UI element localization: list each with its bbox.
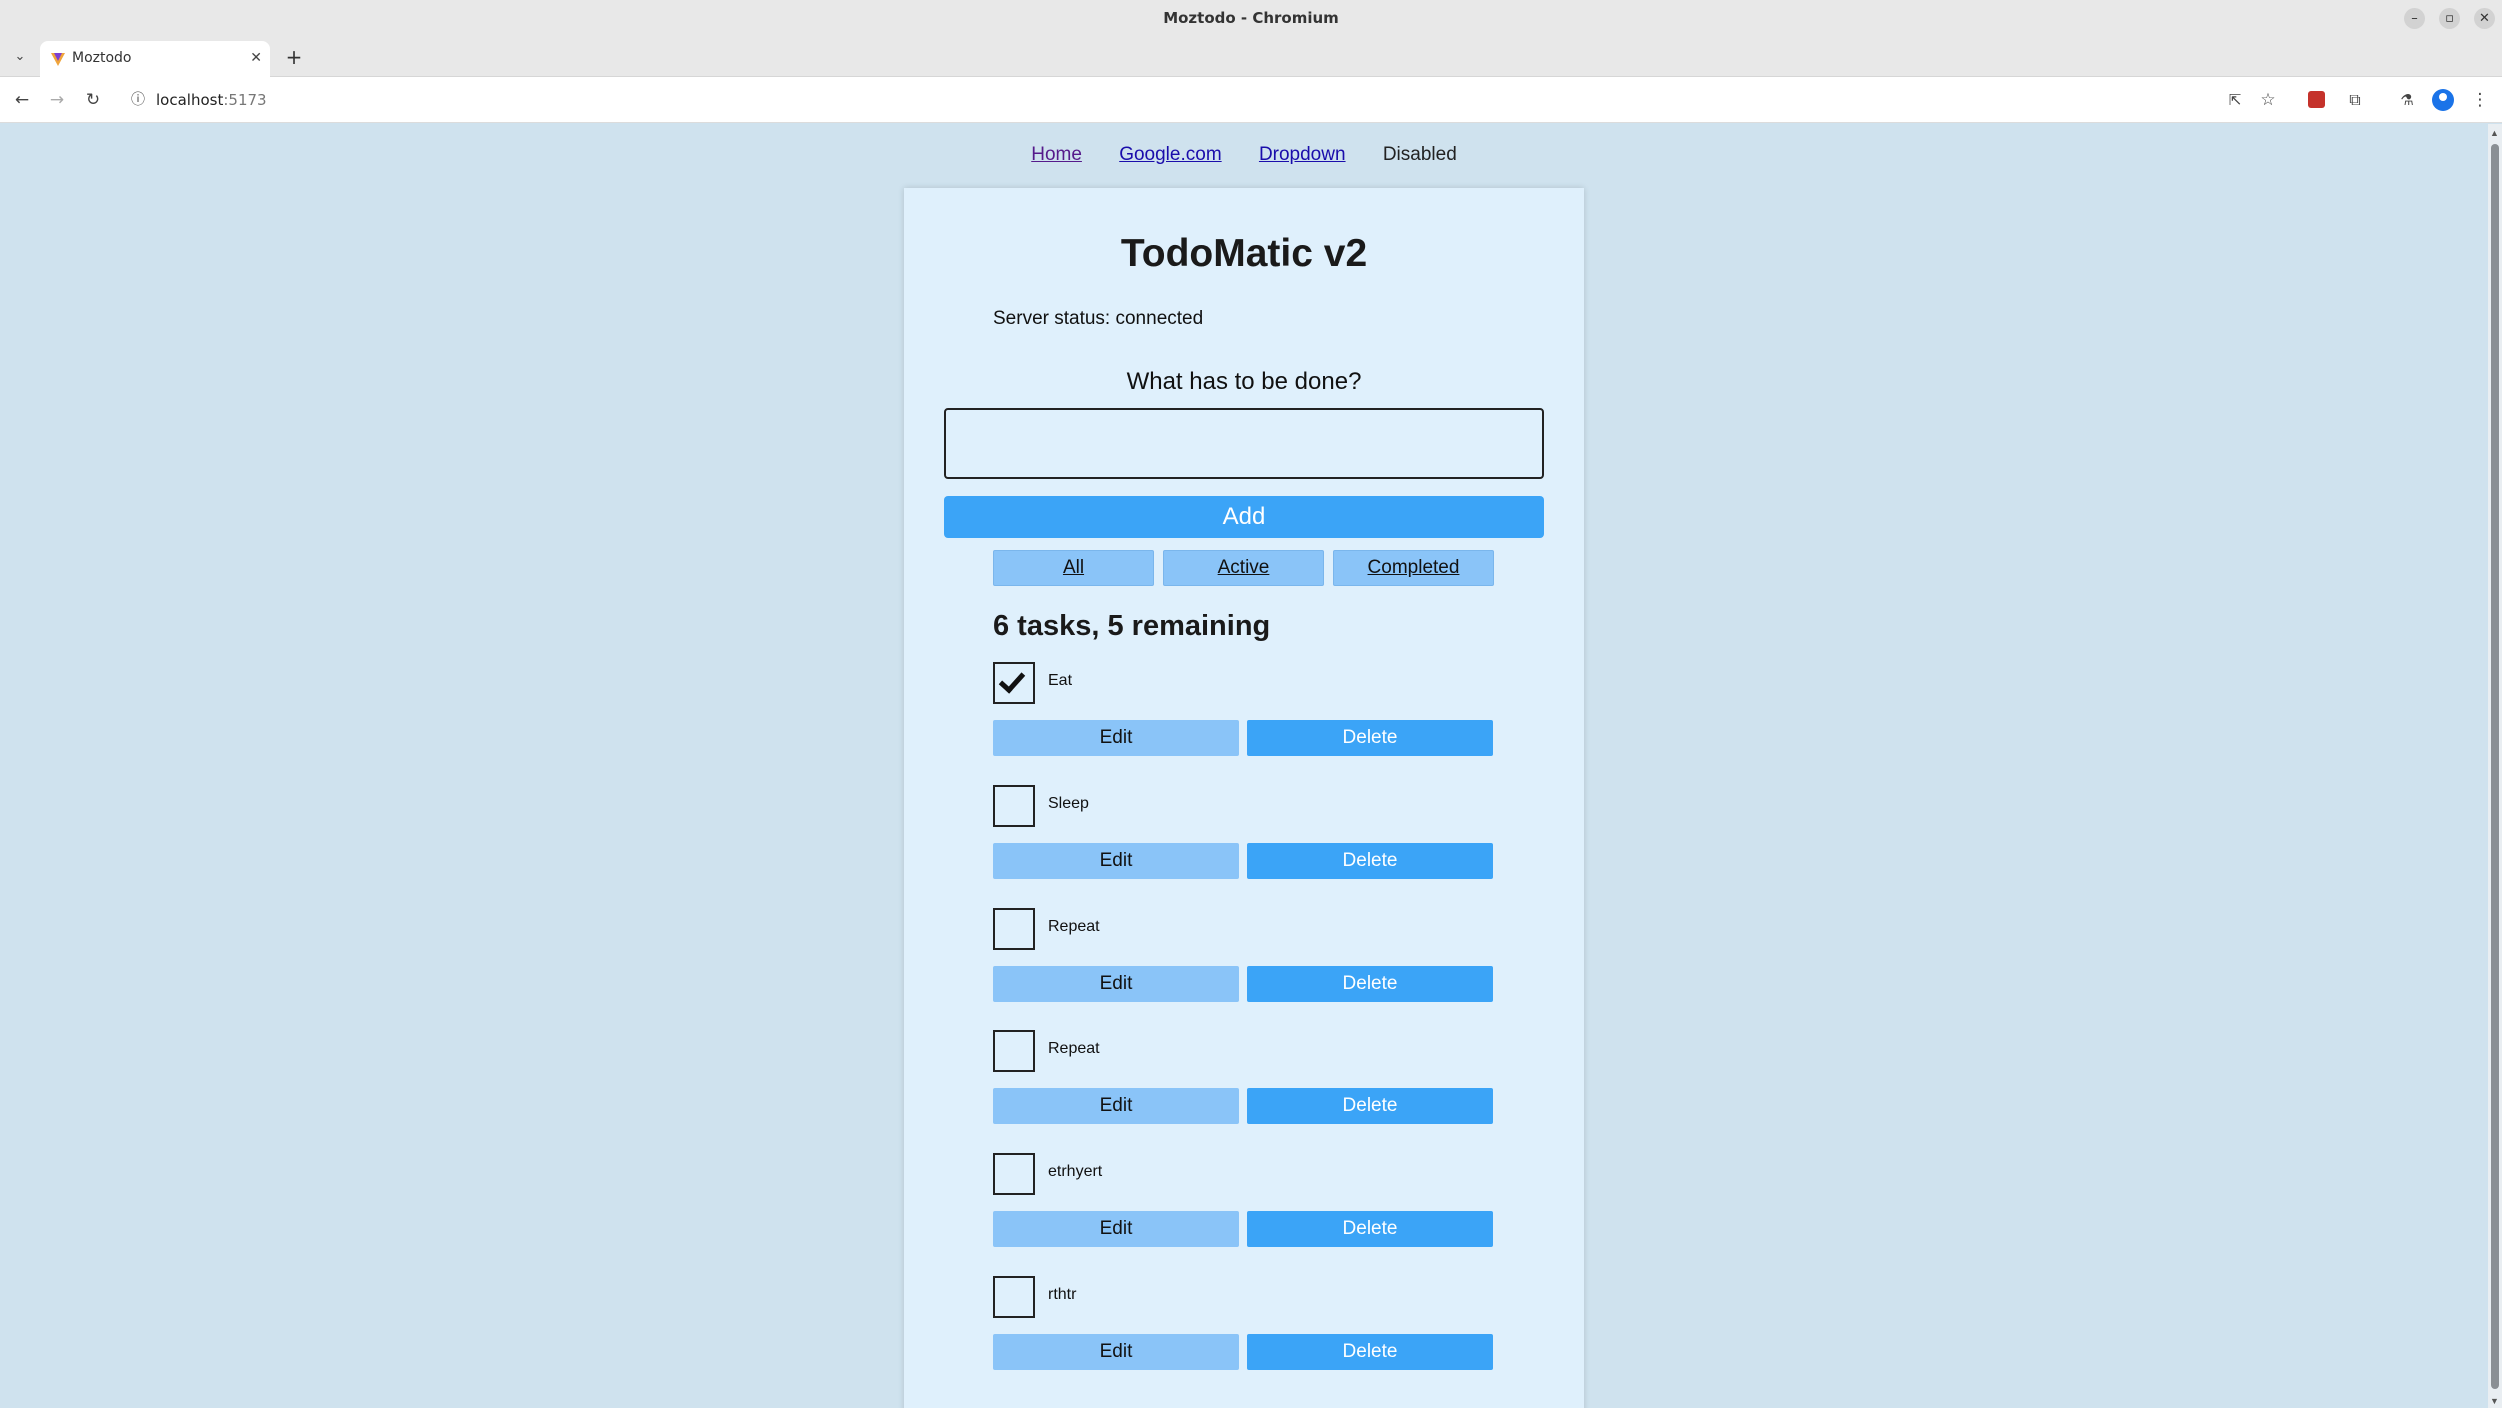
back-icon[interactable]: ← <box>10 88 34 112</box>
todo-item: Repeat Edit Delete <box>993 1030 1495 1130</box>
address-bar[interactable]: localhost:5173 <box>156 77 267 123</box>
scroll-up-icon[interactable]: ▲ <box>2490 128 2499 138</box>
nav-link-home[interactable]: Home <box>1031 144 1082 165</box>
add-button[interactable]: Add <box>944 496 1544 538</box>
url-host: localhost <box>156 91 224 109</box>
nav-link-dropdown[interactable]: Dropdown <box>1259 144 1346 165</box>
todo-item: etrhyert Edit Delete <box>993 1153 1495 1253</box>
page-scrollbar[interactable]: ▲ ▼ <box>2488 124 2502 1408</box>
tab-title: Moztodo <box>72 50 132 66</box>
bookmark-star-icon[interactable]: ☆ <box>2256 88 2280 112</box>
browser-toolbar: ← → ↻ ⓘ localhost:5173 ⇱ ☆ ⧉ ⚗ ⋮ <box>0 77 2502 123</box>
delete-button[interactable]: Delete <box>1247 1088 1493 1124</box>
labs-flask-icon[interactable]: ⚗ <box>2395 88 2419 112</box>
filter-active-button[interactable]: Active <box>1163 550 1324 586</box>
edit-button[interactable]: Edit <box>993 1088 1239 1124</box>
todo-checkbox[interactable] <box>993 908 1035 950</box>
edit-button[interactable]: Edit <box>993 966 1239 1002</box>
edit-button[interactable]: Edit <box>993 843 1239 879</box>
todo-label: Repeat <box>1048 1040 1100 1057</box>
delete-button[interactable]: Delete <box>1247 720 1493 756</box>
todo-label: Sleep <box>1048 795 1089 812</box>
filter-all-button[interactable]: All <box>993 550 1154 586</box>
todo-label: Repeat <box>1048 918 1100 935</box>
profile-avatar-icon[interactable] <box>2432 89 2454 111</box>
server-status: Server status: connected <box>993 308 1204 329</box>
nav-link-google[interactable]: Google.com <box>1119 144 1221 165</box>
delete-button[interactable]: Delete <box>1247 843 1493 879</box>
new-tab-icon[interactable]: + <box>282 43 306 71</box>
app-title: TodoMatic v2 <box>1120 232 1368 275</box>
todo-item: Sleep Edit Delete <box>993 785 1495 885</box>
tab-strip: ⌄ Moztodo ✕ + <box>0 37 2502 77</box>
new-todo-input[interactable] <box>944 408 1544 479</box>
todo-checkbox[interactable] <box>993 1276 1035 1318</box>
todo-checkbox[interactable] <box>993 662 1035 704</box>
todo-checkbox[interactable] <box>993 785 1035 827</box>
site-info-icon[interactable]: ⓘ <box>126 88 150 112</box>
todo-checkbox[interactable] <box>993 1153 1035 1195</box>
todo-label: Eat <box>1048 672 1073 689</box>
checkmark-icon <box>998 666 1026 694</box>
edit-button[interactable]: Edit <box>993 1211 1239 1247</box>
scroll-down-icon[interactable]: ▼ <box>2490 1396 2499 1406</box>
todo-app-card: TodoMatic v2 Server status: connected Wh… <box>904 188 1584 1408</box>
delete-button[interactable]: Delete <box>1247 1334 1493 1370</box>
todo-item: Repeat Edit Delete <box>993 908 1495 1008</box>
task-count-heading: 6 tasks, 5 remaining <box>993 610 1271 642</box>
forward-icon[interactable]: → <box>45 88 69 112</box>
url-port: :5173 <box>223 91 267 109</box>
delete-button[interactable]: Delete <box>1247 966 1493 1002</box>
todo-checkbox[interactable] <box>993 1030 1035 1072</box>
tab-close-icon[interactable]: ✕ <box>250 41 262 75</box>
favicon-icon <box>51 53 65 66</box>
edit-button[interactable]: Edit <box>993 1334 1239 1370</box>
extension-icon[interactable] <box>2308 91 2325 108</box>
menu-kebab-icon[interactable]: ⋮ <box>2468 88 2492 112</box>
extensions-puzzle-icon[interactable]: ⧉ <box>2343 88 2367 112</box>
tab-list-chevron-icon[interactable]: ⌄ <box>10 47 30 67</box>
minimize-icon[interactable]: – <box>2404 8 2425 29</box>
scrollbar-thumb[interactable] <box>2491 144 2499 1389</box>
close-icon[interactable]: ✕ <box>2474 8 2495 29</box>
todo-label: etrhyert <box>1048 1163 1103 1180</box>
delete-button[interactable]: Delete <box>1247 1211 1493 1247</box>
page-viewport: Home Google.com Dropdown Disabled TodoMa… <box>0 124 2502 1408</box>
window-title: Moztodo - Chromium <box>1163 9 1339 27</box>
filter-group: All Active Completed <box>993 550 1495 586</box>
todo-item: rthtr Edit Delete <box>993 1276 1495 1376</box>
window-titlebar: Moztodo - Chromium – ▫ ✕ <box>0 0 2502 37</box>
reload-icon[interactable]: ↻ <box>81 88 105 112</box>
new-todo-prompt: What has to be done? <box>1126 368 1362 395</box>
todo-label: rthtr <box>1048 1286 1077 1303</box>
open-external-icon[interactable]: ⇱ <box>2223 88 2247 112</box>
filter-completed-button[interactable]: Completed <box>1333 550 1494 586</box>
tab-moztodo[interactable]: Moztodo ✕ <box>40 41 270 77</box>
nav-disabled-label: Disabled <box>1382 144 1457 165</box>
maximize-icon[interactable]: ▫ <box>2439 8 2460 29</box>
edit-button[interactable]: Edit <box>993 720 1239 756</box>
todo-item: Eat Edit Delete <box>993 662 1495 762</box>
top-nav: Home Google.com Dropdown Disabled <box>0 144 2488 174</box>
